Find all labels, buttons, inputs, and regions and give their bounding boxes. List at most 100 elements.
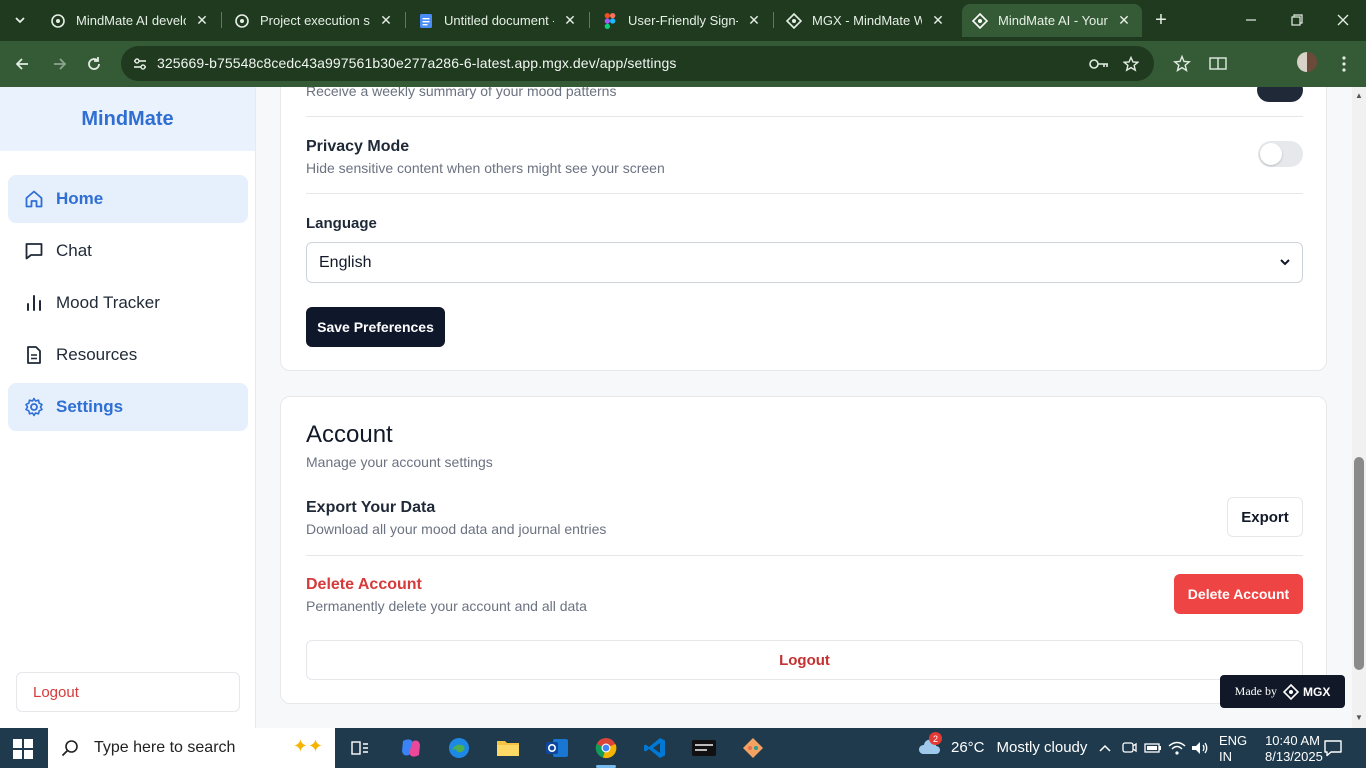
taskbar-search-input[interactable]: Type here to search ✦✦ [48,728,335,768]
privacy-mode-description: Hide sensitive content when others might… [306,160,665,176]
browser-tab[interactable]: MGX - MindMate Wi ✕ [776,4,956,37]
made-by-mgx-badge[interactable]: Made by MGX [1220,675,1345,708]
volume-icon[interactable] [1190,739,1210,757]
document-icon [24,345,44,365]
more-menu-icon[interactable] [1333,53,1355,75]
privacy-mode-toggle[interactable] [1258,141,1303,167]
close-icon[interactable]: ✕ [378,12,394,29]
notification-icon[interactable] [1323,738,1343,758]
browser-tab[interactable]: MindMate AI develop ✕ [40,4,220,37]
tab-separator [221,12,222,28]
close-window-button[interactable] [1320,0,1366,40]
file-explorer-icon[interactable] [494,734,522,762]
outlook-icon[interactable] [543,734,571,762]
browser-tab[interactable]: Project execution sup ✕ [224,4,404,37]
delete-account-button[interactable]: Delete Account [1174,574,1303,614]
page-scrollbar[interactable]: ▲ ▼ [1352,87,1366,728]
account-subtitle: Manage your account settings [306,454,493,470]
meet-now-icon[interactable] [1119,739,1139,757]
vscode-icon[interactable] [641,734,669,762]
edge-browser-icon[interactable] [445,734,473,762]
chevron-down-icon [15,17,25,24]
password-key-icon[interactable] [1089,54,1109,74]
language-code: ENG [1219,733,1248,748]
restore-button[interactable] [1274,0,1320,40]
chat-icon [24,241,44,261]
sidebar-item-resources[interactable]: Resources [8,331,248,379]
tab-title: MindMate AI - Your M [998,13,1108,28]
browser-tab[interactable]: Untitled document - ( ✕ [408,4,588,37]
close-icon[interactable]: ✕ [562,12,578,29]
battery-icon[interactable] [1143,739,1163,757]
wifi-icon[interactable] [1167,739,1187,757]
sidebar-item-label: Mood Tracker [56,293,160,312]
scrollbar-thumb[interactable] [1354,457,1364,670]
toggle-knob [1260,143,1282,165]
save-preferences-button[interactable]: Save Preferences [306,307,445,347]
sidebar-item-settings[interactable]: Settings [8,383,248,431]
task-view-icon[interactable] [346,734,374,762]
divider [306,193,1303,194]
copilot-app-icon[interactable] [397,734,425,762]
tab-title: User-Friendly Sign-Up [628,13,738,28]
address-bar[interactable]: 325669-b75548c8cedc43a997561b30e277a286-… [121,46,1154,81]
site-info-icon[interactable] [131,55,149,73]
minimize-button[interactable] [1228,0,1274,40]
arrow-right-icon [54,58,67,70]
copilot-sparkle-icon: ✦✦ [292,736,323,756]
settings-content: Receive a weekly summary of your mood pa… [256,87,1352,728]
home-icon [24,189,44,209]
sidebar-logout-button[interactable]: Logout [16,672,240,712]
split-screen-icon[interactable] [1207,53,1229,75]
tab-search-button[interactable] [6,6,34,34]
windows-start-icon[interactable] [12,738,34,760]
reload-icon [88,57,100,70]
star-icon[interactable] [1121,54,1141,74]
windows-taskbar: Type here to search ✦✦ 2 26°C Mostly clo… [0,728,1366,768]
scroll-down-icon[interactable]: ▼ [1355,713,1363,722]
badge-prefix: Made by [1234,684,1277,698]
close-icon[interactable]: ✕ [194,12,210,29]
preferences-card: Receive a weekly summary of your mood pa… [280,87,1327,371]
export-button[interactable]: Export [1227,497,1303,537]
sidebar-item-mood-tracker[interactable]: Mood Tracker [8,279,248,327]
back-button[interactable] [10,52,34,76]
tab-separator [773,12,774,28]
browser-toolbar: 325669-b75548c8cedc43a997561b30e277a286-… [0,41,1366,87]
close-icon[interactable]: ✕ [1116,12,1132,29]
sidebar: MindMate Home Chat Mood Tracker Resource… [0,87,256,728]
badge-brand: MGX [1302,684,1331,699]
export-data-description: Download all your mood data and journal … [306,521,607,537]
brand-logo[interactable]: MindMate [81,108,173,131]
terminal-app-icon[interactable] [690,734,718,762]
bar-chart-icon [24,293,44,313]
url-text: 325669-b75548c8cedc43a997561b30e277a286-… [157,55,677,71]
logout-button[interactable]: Logout [306,640,1303,680]
chrome-icon[interactable] [592,734,620,768]
weekly-summary-toggle[interactable] [1257,87,1303,102]
close-icon[interactable]: ✕ [930,12,946,29]
scroll-up-icon[interactable]: ▲ [1355,91,1363,100]
new-tab-button[interactable]: + [1150,9,1172,31]
clock-time: 10:40 AM [1265,733,1320,748]
browser-tab[interactable]: User-Friendly Sign-Up ✕ [592,4,772,37]
chevron-up-icon[interactable] [1095,739,1115,757]
input-language-indicator[interactable]: ENG IN [1219,733,1247,765]
minimize-icon [1246,19,1256,21]
sidebar-item-chat[interactable]: Chat [8,227,248,275]
system-clock[interactable]: 10:40 AM 8/13/2025 [1265,733,1323,765]
tab-title: Untitled document - ( [444,13,554,28]
forward-button[interactable] [48,52,72,76]
language-select[interactable]: English [306,242,1303,283]
weather-widget[interactable]: 2 26°C Mostly cloudy [917,732,1087,756]
profile-avatar[interactable] [1297,52,1317,72]
clock-date: 8/13/2025 [1265,749,1323,764]
git-client-icon[interactable] [739,734,767,762]
reload-button[interactable] [82,52,106,76]
restore-icon [1291,14,1303,26]
sidebar-item-home[interactable]: Home [8,175,248,223]
close-icon[interactable]: ✕ [746,12,762,29]
browser-tab-active[interactable]: MindMate AI - Your M ✕ [962,4,1142,37]
figma-icon [602,12,618,29]
favorites-icon[interactable] [1171,53,1193,75]
